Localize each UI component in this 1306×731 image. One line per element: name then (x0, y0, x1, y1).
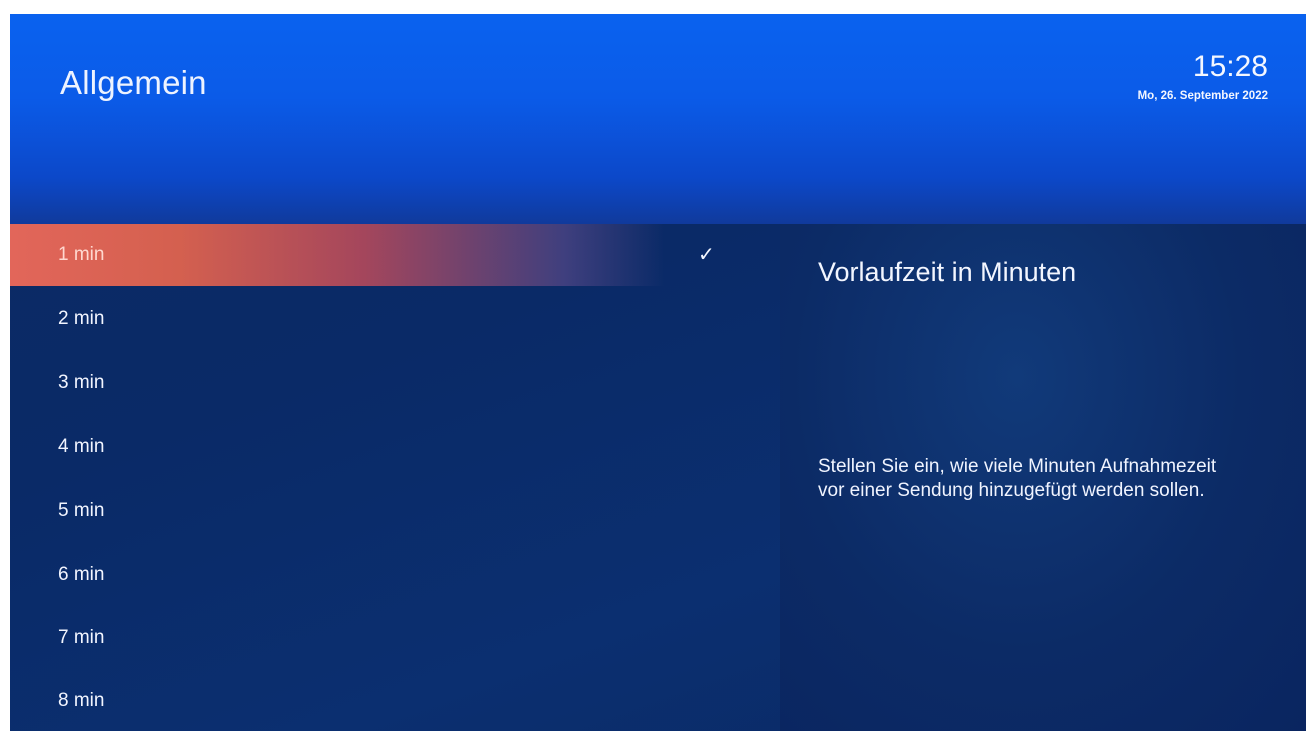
option-item-2-min[interactable]: 2 min (10, 288, 780, 350)
option-item-8-min[interactable]: 8 min (10, 670, 780, 731)
option-label: 4 min (58, 436, 105, 457)
info-description: Stellen Sie ein, wie viele Minuten Aufna… (818, 456, 1217, 501)
option-label: 7 min (58, 627, 105, 648)
option-label: 8 min (58, 690, 105, 711)
info-title: Vorlaufzeit in Minuten (818, 257, 1077, 287)
option-item-4-min[interactable]: 4 min (10, 416, 780, 478)
page-title: Allgemein (60, 64, 207, 101)
option-label: 3 min (58, 372, 105, 393)
checkmark-icon: ✓ (698, 244, 715, 266)
settings-screen: Allgemein 15:28 Mo, 26. September 2022 1… (10, 14, 1306, 731)
option-list: 1 min ✓ 2 min 3 min 4 min 5 min 6 min 7 … (10, 224, 780, 731)
header-bar: Allgemein 15:28 Mo, 26. September 2022 (10, 14, 1306, 224)
option-item-6-min[interactable]: 6 min (10, 544, 780, 606)
option-item-5-min[interactable]: 5 min (10, 480, 780, 542)
clock-time: 15:28 (1192, 50, 1268, 83)
option-label: 2 min (58, 308, 105, 329)
option-item-1-min[interactable]: 1 min ✓ (10, 224, 780, 286)
clock-date: Mo, 26. September 2022 (1137, 90, 1268, 102)
option-item-3-min[interactable]: 3 min (10, 352, 780, 414)
option-label: 1 min (58, 244, 105, 265)
option-label: 5 min (58, 500, 105, 521)
info-panel: Vorlaufzeit in Minuten Stellen Sie ein, … (780, 224, 1306, 731)
option-item-7-min[interactable]: 7 min (10, 607, 780, 669)
option-label: 6 min (58, 564, 105, 585)
